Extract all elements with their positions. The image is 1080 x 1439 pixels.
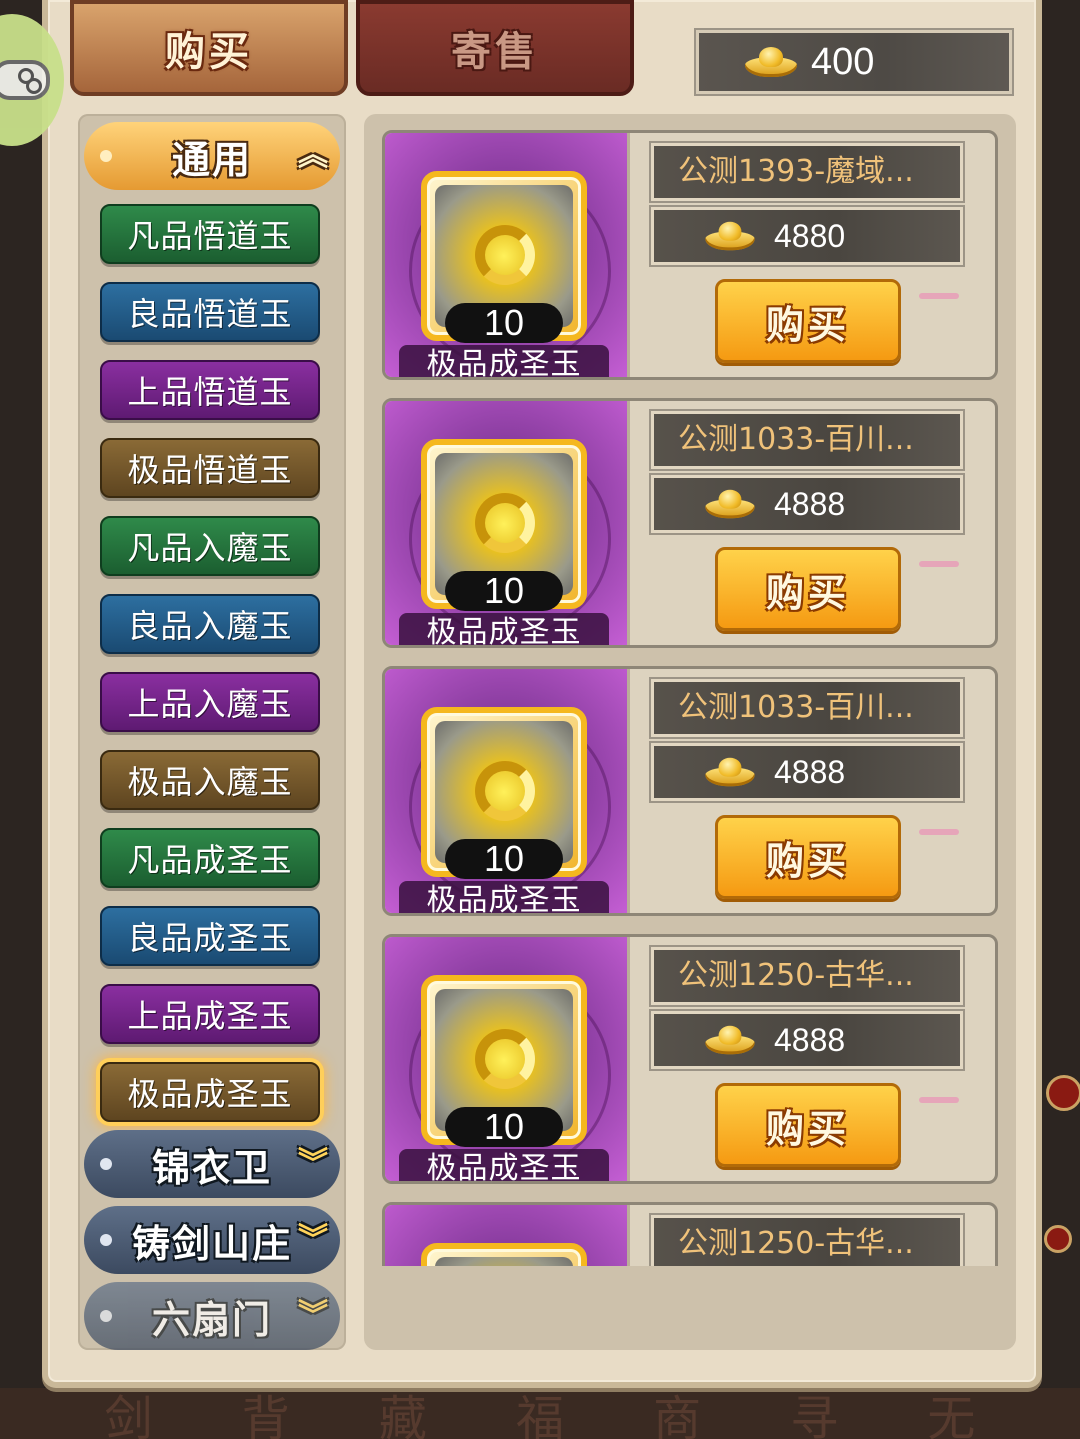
price-value: 4880	[774, 217, 846, 254]
tab-buy[interactable]: 购买	[70, 0, 348, 96]
buy-button[interactable]: 购买	[715, 1083, 901, 1167]
seller-name: 公测1393-魔域...	[649, 141, 965, 203]
category-item[interactable]: 上品入魔玉	[100, 672, 320, 732]
gamepad-icon	[0, 60, 50, 100]
gold-ingot-icon	[705, 757, 755, 787]
chevron-up-icon: ︽	[298, 138, 330, 173]
background-bottom-menu: 剑 背 藏 福 商 寻 无	[0, 1388, 1080, 1439]
price-display: 4888	[649, 1009, 965, 1071]
category-item[interactable]: 上品悟道玉	[100, 360, 320, 420]
listing-row: 10 极品成圣玉 公测1250-古华... 4888 购买	[382, 934, 998, 1184]
price-value: 4888	[774, 485, 846, 522]
category-item[interactable]: 凡品悟道玉	[100, 204, 320, 264]
category-sidebar: 通用 ︽ 凡品悟道玉 良品悟道玉 上品悟道玉 极品悟道玉 凡品入魔玉 良品入魔玉…	[78, 114, 346, 1350]
currency-amount: 400	[811, 40, 875, 83]
bullet-icon	[100, 1310, 112, 1322]
gold-ingot-icon	[705, 1025, 755, 1055]
category-item[interactable]: 凡品入魔玉	[100, 516, 320, 576]
chevron-down-icon: ︾	[298, 1146, 330, 1181]
price-value: 4888	[774, 1021, 846, 1058]
item-quantity: 10	[445, 303, 563, 343]
price-display: 4888	[649, 473, 965, 535]
buy-button[interactable]: 购买	[715, 279, 901, 363]
category-item[interactable]: 极品入魔玉	[100, 750, 320, 810]
listing-row: 10 极品成圣玉 公测1033-百川... 4888 购买	[382, 398, 998, 648]
category-group-label: 锦衣卫	[151, 1145, 272, 1190]
market-window: 购买 寄售 400 通用 ︽ 凡品悟道玉 良品悟道玉 上品悟道玉 极品悟道玉 凡…	[42, 0, 1042, 1388]
seller-name: 公测1033-百川...	[649, 409, 965, 471]
item-quantity: 10	[445, 571, 563, 611]
category-group-general[interactable]: 通用 ︽	[84, 122, 340, 190]
seller-name: 公测1250-古华...	[649, 1213, 965, 1266]
bullet-icon	[100, 150, 112, 162]
listing-row: 10 极品成圣玉 公测1033-百川... 4888 购买	[382, 666, 998, 916]
category-item-selected[interactable]: 极品成圣玉	[100, 1062, 320, 1122]
gold-ingot-icon	[705, 221, 755, 251]
bullet-icon	[100, 1234, 112, 1246]
currency-display: 400	[694, 28, 1014, 96]
category-item[interactable]: 良品成圣玉	[100, 906, 320, 966]
item-quantity: 10	[445, 1107, 563, 1147]
buy-button[interactable]: 购买	[715, 547, 901, 631]
category-group-liushanmen[interactable]: 六扇门 ︾	[84, 1282, 340, 1350]
price-display: 4888	[649, 741, 965, 803]
gold-ingot-icon	[705, 489, 755, 519]
seller-name: 公测1033-百川...	[649, 677, 965, 739]
item-name: 极品成圣玉	[399, 881, 609, 913]
category-group-label: 六扇门	[151, 1297, 272, 1342]
category-item[interactable]: 良品入魔玉	[100, 594, 320, 654]
category-item[interactable]: 上品成圣玉	[100, 984, 320, 1044]
listing-row: 10 极品成圣玉 公测1393-魔域... 4880 购买	[382, 130, 998, 380]
category-item[interactable]: 良品悟道玉	[100, 282, 320, 342]
jade-item-icon[interactable]	[421, 1243, 587, 1266]
category-group-label: 铸剑山庄	[131, 1221, 292, 1266]
item-name: 极品成圣玉	[399, 613, 609, 645]
chevron-down-icon: ︾	[298, 1298, 330, 1333]
gold-ingot-icon	[745, 47, 797, 77]
category-group-label: 通用	[171, 137, 252, 182]
listing-scroll-area[interactable]: 10 极品成圣玉 公测1393-魔域... 4880 购买 10 极品成圣玉 公…	[364, 114, 1016, 1266]
bullet-icon	[100, 1158, 112, 1170]
background-red-knob	[1044, 1225, 1072, 1253]
listing-row: 公测1250-古华...	[382, 1202, 998, 1266]
price-display: 4880	[649, 205, 965, 267]
seller-name: 公测1250-古华...	[649, 945, 965, 1007]
category-group-zhujian[interactable]: 铸剑山庄 ︾	[84, 1206, 340, 1274]
tab-consign[interactable]: 寄售	[356, 0, 634, 96]
category-item[interactable]: 极品悟道玉	[100, 438, 320, 498]
chevron-down-icon: ︾	[298, 1222, 330, 1257]
item-name: 极品成圣玉	[399, 1149, 609, 1181]
buy-button[interactable]: 购买	[715, 815, 901, 899]
listing-panel: 10 极品成圣玉 公测1393-魔域... 4880 购买 10 极品成圣玉 公…	[364, 114, 1016, 1350]
background-right-edge	[1040, 0, 1080, 1439]
category-item[interactable]: 凡品成圣玉	[100, 828, 320, 888]
background-left-edge	[0, 0, 44, 1439]
item-quantity: 10	[445, 839, 563, 879]
item-name: 极品成圣玉	[399, 345, 609, 377]
price-value: 4888	[774, 753, 846, 790]
category-group-jinyiwei[interactable]: 锦衣卫 ︾	[84, 1130, 340, 1198]
